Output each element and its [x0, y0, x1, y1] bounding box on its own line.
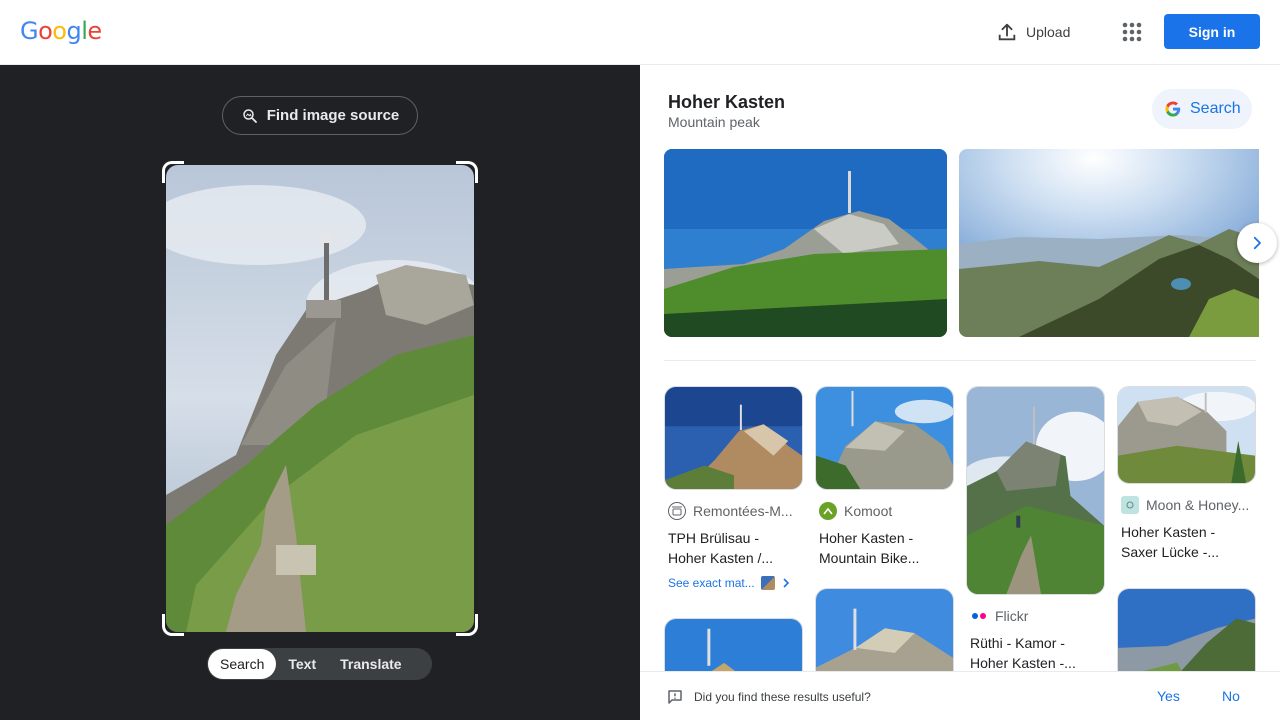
google-logo[interactable]: Google [20, 17, 102, 45]
entity-title[interactable]: Hoher Kasten [668, 92, 785, 113]
result-title-line: Hoher Kasten -... [970, 655, 1076, 671]
logo-letter-o1: o [38, 17, 53, 45]
apps-button[interactable] [1118, 18, 1146, 46]
crop-area[interactable] [162, 161, 478, 636]
section-divider [664, 360, 1256, 361]
result-card[interactable]: Komoot Hoher Kasten - Mountain Bike... [815, 386, 954, 568]
result-title-line: Mountain Bike... [819, 550, 920, 566]
result-title[interactable]: Rüthi - Kamor - Hoher Kasten -... [966, 633, 1105, 673]
tab-text[interactable]: Text [276, 649, 328, 679]
flickr-icon [970, 607, 988, 625]
tab-search[interactable]: Search [208, 649, 277, 679]
query-image [166, 165, 474, 632]
exact-match-thumbnail-icon [760, 576, 775, 590]
results-pane: Hoher Kasten Mountain peak Search Remont… [640, 65, 1280, 720]
result-title[interactable]: Hoher Kasten - Saxer Lücke -... [1117, 522, 1256, 562]
result-title-line: Hoher Kasten - [1121, 524, 1216, 540]
query-image-pane: Find image source Search Text Translate [0, 65, 640, 720]
feedback-icon [668, 690, 682, 704]
result-thumbnail[interactable] [815, 386, 954, 490]
gondola-icon [668, 502, 686, 520]
google-search-button[interactable]: Search [1152, 89, 1252, 129]
result-card[interactable]: Remontées-M... TPH Brülisau - Hoher Kast… [664, 386, 803, 590]
result-source-label: Remontées-M... [693, 503, 793, 519]
logo-letter-g2: g [66, 17, 82, 45]
feedback-bar: Did you find these results useful? Yes N… [640, 671, 1280, 720]
feedback-question: Did you find these results useful? [694, 690, 871, 704]
result-title-line: Hoher Kasten - [819, 530, 914, 546]
result-title[interactable]: TPH Brülisau - Hoher Kasten /... [664, 528, 803, 568]
result-title-line: TPH Brülisau - [668, 530, 760, 546]
result-source: Komoot [815, 502, 954, 520]
moon-honey-icon [1121, 496, 1139, 514]
crop-handle-top-right[interactable] [456, 161, 478, 183]
result-card[interactable]: Moon & Honey... Hoher Kasten - Saxer Lüc… [1117, 386, 1256, 562]
upload-label: Upload [1026, 24, 1071, 40]
google-g-icon [1165, 101, 1181, 117]
top-bar: Google Upload Sign in [0, 0, 1280, 65]
crop-handle-bottom-right[interactable] [456, 614, 478, 636]
logo-letter-e: e [87, 17, 102, 45]
find-image-source-label: Find image source [266, 107, 400, 124]
carousel-next-button[interactable] [1237, 223, 1277, 263]
result-source: Remontées-M... [664, 502, 803, 520]
result-source: Flickr [966, 607, 1105, 625]
chevron-right-icon [783, 578, 789, 588]
feedback-no-button[interactable]: No [1222, 688, 1240, 704]
lens-mode-tabs: Search Text Translate [207, 648, 432, 680]
result-thumbnail[interactable] [966, 386, 1105, 595]
komoot-icon [819, 502, 837, 520]
result-title-line: Hoher Kasten /... [668, 550, 774, 566]
result-source-label: Flickr [995, 608, 1029, 624]
chevron-right-icon [1253, 236, 1261, 250]
entity-image-1[interactable] [664, 149, 947, 337]
see-exact-matches-link[interactable]: See exact mat... [664, 576, 803, 590]
crop-handle-bottom-left[interactable] [162, 614, 184, 636]
upload-button[interactable]: Upload [988, 16, 1078, 48]
feedback-yes-button[interactable]: Yes [1157, 688, 1180, 704]
sign-in-button[interactable]: Sign in [1164, 14, 1260, 49]
entity-image-2[interactable] [959, 149, 1259, 337]
result-title[interactable]: Hoher Kasten - Mountain Bike... [815, 528, 954, 568]
image-search-icon [242, 108, 257, 123]
logo-letter-g: G [20, 17, 39, 45]
tab-translate[interactable]: Translate [328, 649, 413, 679]
result-card[interactable]: Flickr Rüthi - Kamor - Hoher Kasten -... [966, 386, 1105, 673]
find-image-source-button[interactable]: Find image source [222, 96, 418, 135]
entity-subtitle: Mountain peak [668, 114, 760, 130]
result-thumbnail[interactable] [664, 386, 803, 490]
google-search-label: Search [1190, 100, 1241, 117]
result-title-line: Saxer Lücke -... [1121, 544, 1220, 560]
logo-letter-o2: o [52, 17, 67, 45]
result-thumbnail[interactable] [1117, 386, 1256, 484]
result-source-label: Komoot [844, 503, 893, 519]
see-exact-matches-label: See exact mat... [668, 576, 755, 590]
result-source: Moon & Honey... [1117, 496, 1256, 514]
apps-grid-icon [1122, 22, 1142, 42]
crop-handle-top-left[interactable] [162, 161, 184, 183]
result-title-line: Rüthi - Kamor - [970, 635, 1065, 651]
upload-icon [998, 23, 1016, 41]
result-source-label: Moon & Honey... [1146, 497, 1250, 513]
